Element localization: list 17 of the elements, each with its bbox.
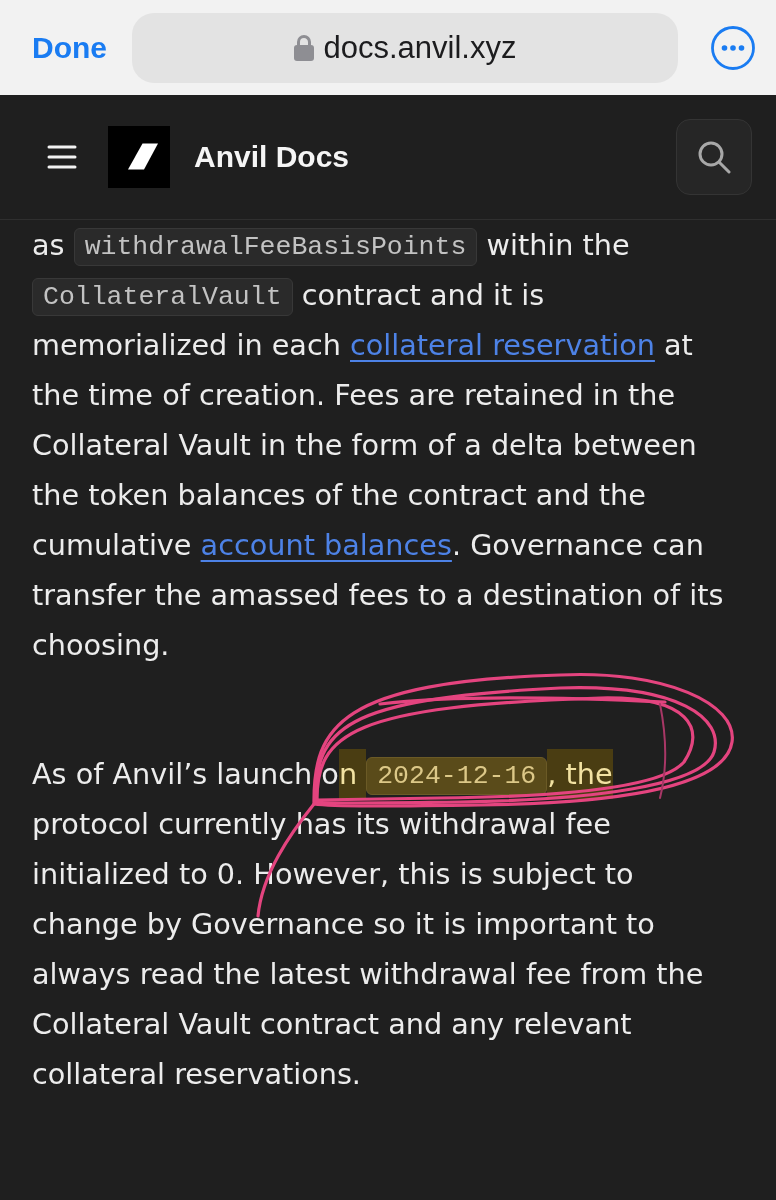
menu-button[interactable]: [47, 145, 77, 169]
site-title: Anvil Docs: [194, 140, 350, 174]
text-link[interactable]: collateral reservation: [350, 328, 655, 362]
body-paragraph: as withdrawalFeeBasisPoints within the CollateralVault contract and it is memorialized in each collateral reservation at the time of creation. Fees are retained in the Collateral Vault in the form of a delta between the token balances of the contract and the cumulative account balances. Governance can transfer the amassed fees to a destination of its choosing.: [32, 227, 725, 664]
address-field[interactable]: docs.anvil.xyz: [132, 12, 678, 83]
more-icon: [710, 24, 756, 71]
inline-code: withdrawalFeeBasisPoints: [73, 228, 478, 266]
slash-logo-icon: [108, 126, 170, 188]
done-button[interactable]: Done: [32, 29, 107, 66]
more-button[interactable]: [710, 24, 756, 71]
inline-code: 2024-12-16: [366, 757, 548, 795]
highlighted-text: n: [338, 749, 367, 799]
menu-icon: [47, 145, 77, 169]
search-icon: [697, 140, 731, 174]
search-button[interactable]: [676, 119, 752, 195]
inline-code: CollateralVault: [32, 278, 293, 316]
text-link[interactable]: account balances: [200, 528, 452, 562]
